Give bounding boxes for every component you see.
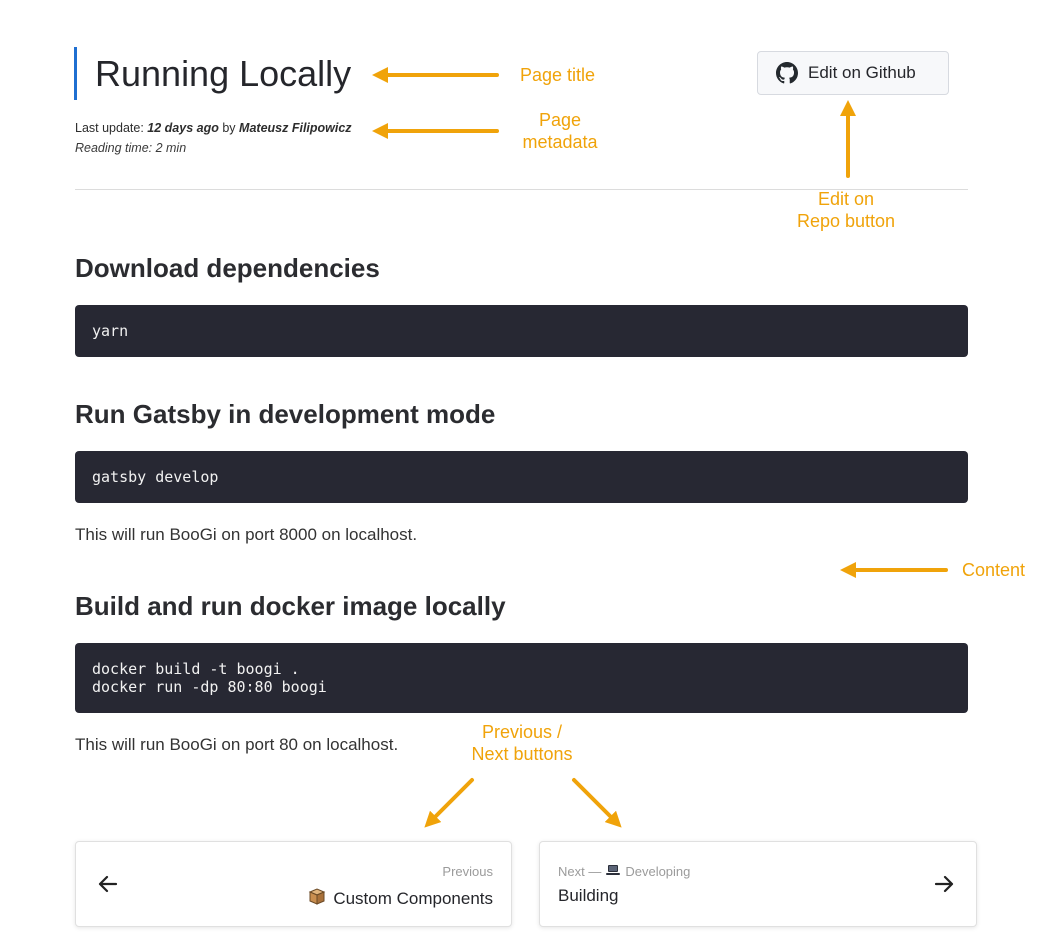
arrow-to-previous [424, 778, 474, 828]
section-heading-gatsby: Run Gatsby in development mode [75, 399, 496, 429]
next-page-button[interactable]: Next — Developing Building [539, 841, 977, 927]
arrow-to-next [572, 778, 622, 828]
code-line: docker build -t boogi . [92, 660, 300, 678]
last-update-line: Last update: 12 days ago by Mateusz Fili… [75, 118, 352, 138]
annotation-page-title: Page title [520, 65, 596, 85]
paragraph-port-8000: This will run BooGi on port 8000 on loca… [75, 525, 418, 544]
previous-title: Custom Components [333, 888, 493, 908]
author-name: Mateusz Filipowicz [239, 121, 352, 135]
page-title: Running Locally [95, 53, 352, 94]
code-line: gatsby develop [92, 468, 219, 486]
annotation-prev-next: Previous / Next buttons [462, 721, 582, 765]
code-line: docker run -dp 80:80 boogi [92, 678, 327, 696]
annotation-content: Content [962, 560, 1026, 580]
github-icon [776, 62, 798, 84]
box-icon [307, 886, 327, 911]
last-update-label: Last update: [75, 121, 144, 135]
code-block-yarn[interactable]: yarn [75, 305, 968, 357]
previous-title-row: Custom Components [307, 886, 493, 911]
title-accent-bar [74, 47, 77, 100]
next-caption-prefix: Next — [558, 864, 602, 879]
code-block-docker[interactable]: docker build -t boogi . docker run -dp 8… [75, 643, 968, 713]
code-line: yarn [92, 322, 129, 340]
next-caption-group: Developing [625, 864, 691, 879]
annotation-page-metadata: Page metadata [505, 109, 615, 153]
by-label: by [222, 121, 236, 135]
laptop-icon [605, 864, 621, 879]
annotation-text: Previous / [481, 722, 563, 742]
annotation-text: Page [538, 110, 582, 130]
edit-button-label: Edit on Github [808, 63, 916, 82]
arrow-left-icon [94, 870, 122, 898]
previous-caption: Previous [442, 864, 493, 879]
arrow-right-icon [930, 870, 958, 898]
previous-page-button[interactable]: Previous Custom Components [75, 841, 512, 927]
paragraph-port-80: This will run BooGi on port 80 on localh… [75, 735, 399, 754]
code-block-gatsby[interactable]: gatsby develop [75, 451, 968, 503]
annotation-text: Repo button [796, 211, 896, 231]
annotation-edit-button: Edit on Repo button [786, 188, 906, 232]
last-update-value: 12 days ago [147, 121, 219, 135]
next-caption: Next — Developing [558, 864, 690, 879]
annotation-text: Edit on [817, 189, 875, 209]
page-metadata: Last update: 12 days ago by Mateusz Fili… [75, 118, 352, 158]
edit-on-github-button[interactable]: Edit on Github [757, 51, 949, 95]
section-heading-docker: Build and run docker image locally [75, 591, 506, 621]
reading-time: Reading time: 2 min [75, 141, 187, 155]
annotation-text: Next buttons [471, 744, 573, 764]
next-title: Building [558, 886, 619, 905]
annotation-text: metadata [522, 132, 598, 152]
section-heading-download: Download dependencies [75, 253, 380, 283]
